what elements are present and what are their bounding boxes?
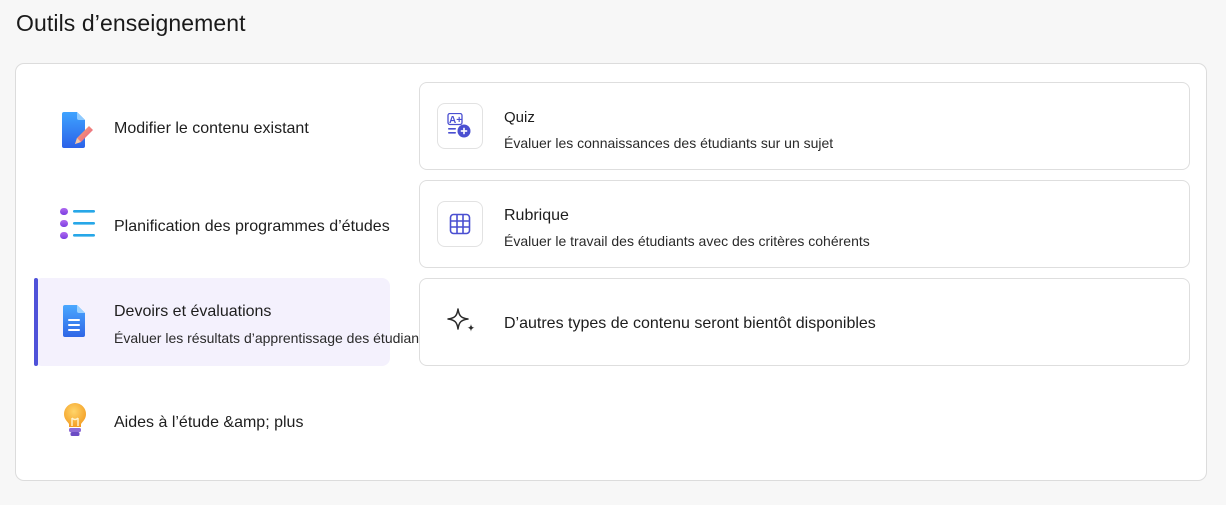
card-more-coming-soon: D’autres types de contenu seront bientôt… <box>419 278 1190 366</box>
document-edit-icon <box>60 110 93 150</box>
sidebar-item-label: Devoirs et évaluations <box>114 303 272 320</box>
page-title: Outils d’enseignement <box>16 10 246 36</box>
sidebar-item-modify-content[interactable]: Modifier le contenu existant <box>34 86 390 174</box>
card-title: Quiz <box>504 109 535 126</box>
card-quiz[interactable]: A+ Quiz Évaluer les connaissances des ét… <box>419 82 1190 170</box>
lightbulb-icon <box>60 402 90 442</box>
teaching-tools-panel: Modifier le contenu existant Planificati… <box>15 63 1207 481</box>
sidebar-item-label: Modifier le contenu existant <box>114 120 309 137</box>
sidebar-item-label: Aides à l’étude &amp; plus <box>114 414 304 431</box>
sparkle-icon <box>447 307 477 340</box>
sidebar-item-study-aids[interactable]: Aides à l’étude &amp; plus <box>34 378 390 466</box>
document-text-icon <box>60 304 90 344</box>
card-description: Évaluer les connaissances des étudiants … <box>504 135 834 151</box>
sidebar-item-curriculum-planning[interactable]: Planification des programmes d’études <box>34 184 390 272</box>
card-description: Évaluer le travail des étudiants avec de… <box>504 233 870 249</box>
card-rubric[interactable]: Rubrique Évaluer le travail des étudiant… <box>419 180 1190 268</box>
sidebar-item-assignments[interactable]: Devoirs et évaluations Évaluer les résul… <box>34 278 430 366</box>
card-title: Rubrique <box>504 207 569 224</box>
sidebar-item-label: Planification des programmes d’études <box>114 218 390 235</box>
list-icon <box>60 206 95 246</box>
quiz-icon: A+ <box>437 103 483 149</box>
card-description: D’autres types de contenu seront bientôt… <box>504 315 876 332</box>
sidebar-item-sublabel: Évaluer les résultats d’apprentissage de… <box>114 330 430 346</box>
table-grid-icon <box>437 201 483 247</box>
